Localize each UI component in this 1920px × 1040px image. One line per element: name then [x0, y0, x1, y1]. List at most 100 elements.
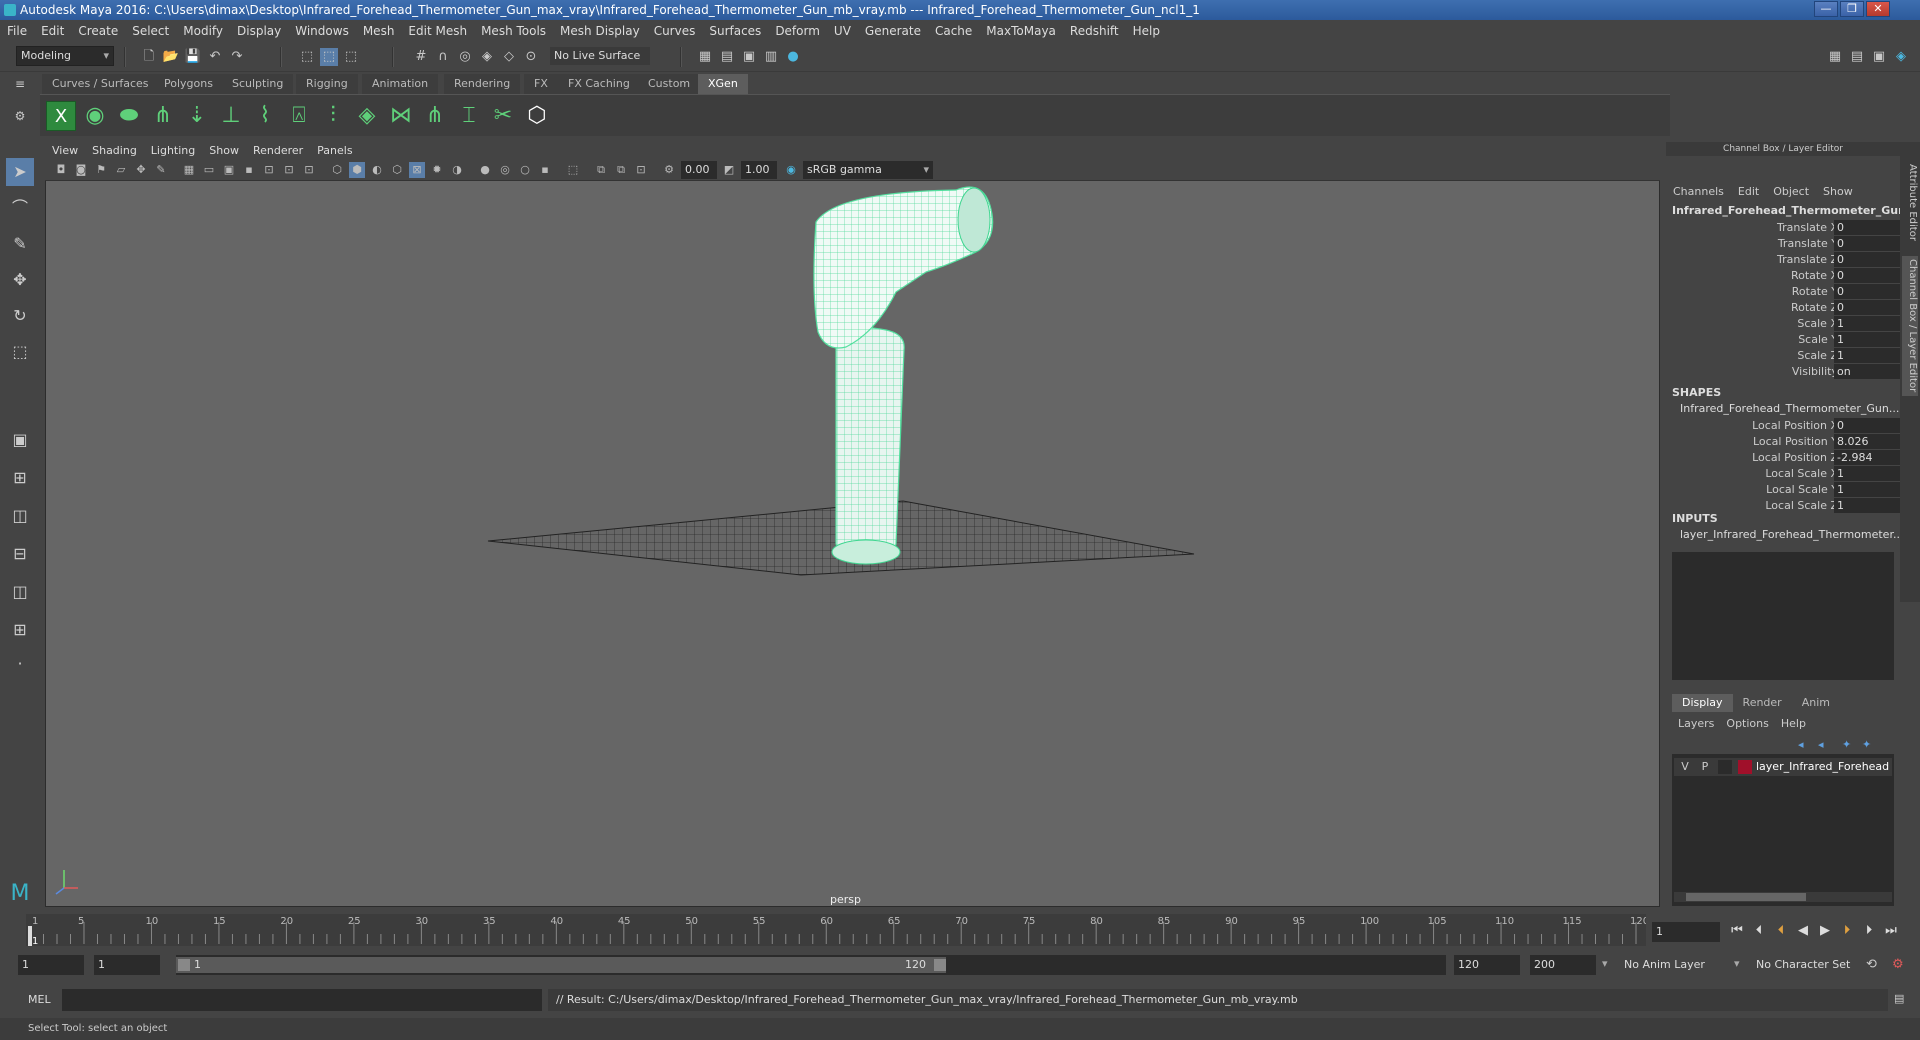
- start-frame-field[interactable]: 1: [18, 955, 84, 975]
- maximize-button[interactable]: ❐: [1840, 1, 1864, 17]
- attr-value[interactable]: 0: [1834, 284, 1900, 299]
- color-management-icon[interactable]: ◉: [783, 162, 799, 178]
- attr-value[interactable]: 1: [1834, 466, 1900, 481]
- panel-menu-lighting[interactable]: Lighting: [144, 142, 202, 159]
- layout-persp-icon[interactable]: ⊞: [6, 616, 34, 644]
- gamma-field[interactable]: 1.00: [741, 161, 777, 179]
- menu-uv[interactable]: UV: [827, 20, 858, 42]
- tab-fx-caching[interactable]: FX Caching: [558, 74, 640, 94]
- snap-live-icon[interactable]: ⊙: [522, 48, 540, 66]
- panel-menu-show[interactable]: Show: [202, 142, 246, 159]
- snap-point-icon[interactable]: ◎: [456, 48, 474, 66]
- layout-graph-icon[interactable]: ◫: [6, 578, 34, 606]
- tab-polygons[interactable]: Polygons: [154, 74, 223, 94]
- minimize-button[interactable]: —: [1814, 1, 1838, 17]
- menu-mesh[interactable]: Mesh: [356, 20, 402, 42]
- range-start-grip[interactable]: [178, 959, 190, 971]
- attr-value[interactable]: 0: [1834, 220, 1900, 235]
- layer-menu-layers[interactable]: Layers: [1672, 716, 1720, 732]
- tab-display[interactable]: Display: [1672, 694, 1733, 712]
- step-back-icon[interactable]: ⏴: [1750, 922, 1768, 940]
- motion-blur-icon[interactable]: ◎: [497, 162, 513, 178]
- input-name[interactable]: layer_Infrared_Forehead_Thermometer...: [1680, 528, 1903, 541]
- tab-render[interactable]: Render: [1733, 694, 1792, 712]
- safe-action-icon[interactable]: ⊡: [281, 162, 297, 178]
- wireframe-on-shaded-icon[interactable]: ⬡: [389, 162, 405, 178]
- viewport-canvas[interactable]: [46, 182, 1659, 906]
- xray-joints-icon[interactable]: ⧉: [593, 162, 609, 178]
- step-back-key-icon[interactable]: ⏴: [1772, 922, 1790, 940]
- move-tool-icon[interactable]: ✥: [6, 266, 34, 294]
- menu-mesh-tools[interactable]: Mesh Tools: [474, 20, 553, 42]
- range-bar[interactable]: 1 120: [176, 955, 948, 975]
- attr-value[interactable]: 0: [1834, 268, 1900, 283]
- tab-rendering[interactable]: Rendering: [444, 74, 521, 94]
- attr-value[interactable]: on: [1834, 364, 1900, 379]
- gamma-icon[interactable]: ◩: [721, 162, 737, 178]
- shelf-settings-icon[interactable]: ⚙: [12, 108, 28, 124]
- menu-edit-mesh[interactable]: Edit Mesh: [401, 20, 474, 42]
- select-component-icon[interactable]: ⬚: [342, 48, 360, 66]
- workspace-icon[interactable]: ▦: [1826, 48, 1844, 66]
- menu-deform[interactable]: Deform: [768, 20, 827, 42]
- leaf-icon[interactable]: ⬬: [114, 101, 144, 131]
- xgen-icon[interactable]: X: [46, 101, 76, 131]
- use-default-material-icon[interactable]: ◐: [369, 162, 385, 178]
- redo-icon[interactable]: ↷: [228, 48, 246, 66]
- channel-menu-object[interactable]: Object: [1766, 184, 1816, 200]
- layer-type-toggle[interactable]: [1718, 760, 1732, 774]
- attr-value[interactable]: 8.026: [1834, 434, 1900, 449]
- new-layer-icon[interactable]: ✦: [1842, 738, 1851, 751]
- attr-value[interactable]: 1: [1834, 482, 1900, 497]
- move-layer-down-icon[interactable]: ◂: [1818, 738, 1824, 751]
- exposure-icon[interactable]: ⚙: [661, 162, 677, 178]
- preferences-icon[interactable]: ⚙: [1892, 957, 1904, 972]
- tab-rigging[interactable]: Rigging: [296, 74, 358, 94]
- wireframe-icon[interactable]: ⬡: [329, 162, 345, 178]
- camera-icon[interactable]: ◘: [53, 162, 69, 178]
- cut-icon[interactable]: ✂: [488, 101, 518, 131]
- tab-xgen[interactable]: XGen: [698, 74, 748, 94]
- layout-two-icon[interactable]: ◫: [6, 502, 34, 530]
- channel-menu-show[interactable]: Show: [1816, 184, 1860, 200]
- menu-windows[interactable]: Windows: [288, 20, 356, 42]
- layer-name[interactable]: layer_Infrared_Forehead: [1756, 758, 1890, 776]
- move-layer-up-icon[interactable]: ◂: [1798, 738, 1804, 751]
- menu-generate[interactable]: Generate: [858, 20, 928, 42]
- fur-icon[interactable]: ⋔: [420, 101, 450, 131]
- hypershade-icon[interactable]: ●: [784, 48, 802, 66]
- auto-key-icon[interactable]: ⟲: [1866, 957, 1877, 972]
- layer-menu-options[interactable]: Options: [1720, 716, 1774, 732]
- depth-of-field-icon[interactable]: ▪: [537, 162, 553, 178]
- scale-tool-icon[interactable]: ⬚: [6, 338, 34, 366]
- gate-mask-icon[interactable]: ▪: [241, 162, 257, 178]
- chevron-down-icon[interactable]: ▾: [1734, 957, 1740, 970]
- image-plane-icon[interactable]: ▱: [113, 162, 129, 178]
- layer-playback-toggle[interactable]: P: [1698, 758, 1712, 776]
- render-frame-icon[interactable]: ▣: [740, 48, 758, 66]
- more-layouts-icon[interactable]: ·: [6, 650, 34, 678]
- snap-curve-icon[interactable]: ∩: [434, 48, 452, 66]
- menu-file[interactable]: File: [0, 20, 34, 42]
- attr-value[interactable]: 1: [1834, 348, 1900, 363]
- save-scene-icon[interactable]: 💾: [184, 48, 202, 66]
- film-gate-icon[interactable]: ▭: [201, 162, 217, 178]
- frame-all-icon[interactable]: ⊡: [633, 162, 649, 178]
- grid-icon[interactable]: ▦: [181, 162, 197, 178]
- layer-scrollbar[interactable]: [1674, 892, 1892, 902]
- attr-value[interactable]: -2.984: [1834, 450, 1900, 465]
- shelf-menu-icon[interactable]: ≡: [12, 76, 28, 92]
- snap-surface-icon[interactable]: ◇: [500, 48, 518, 66]
- eye-icon[interactable]: ◉: [80, 101, 110, 131]
- range-end-grip[interactable]: [934, 959, 946, 971]
- grease-pencil-icon[interactable]: ✎: [153, 162, 169, 178]
- all-lights-icon[interactable]: ✹: [429, 162, 445, 178]
- panel-menu-renderer[interactable]: Renderer: [246, 142, 310, 159]
- spline-icon[interactable]: ⌇: [250, 101, 280, 131]
- select-tool-icon[interactable]: ➤: [6, 158, 34, 186]
- character-set-dropdown[interactable]: No Character Set: [1752, 955, 1864, 975]
- shape-name[interactable]: Infrared_Forehead_Thermometer_Gun...: [1680, 402, 1899, 415]
- hair-icon[interactable]: ⫶: [318, 101, 348, 131]
- undo-icon[interactable]: ↶: [206, 48, 224, 66]
- xray-active-icon[interactable]: ⧉: [613, 162, 629, 178]
